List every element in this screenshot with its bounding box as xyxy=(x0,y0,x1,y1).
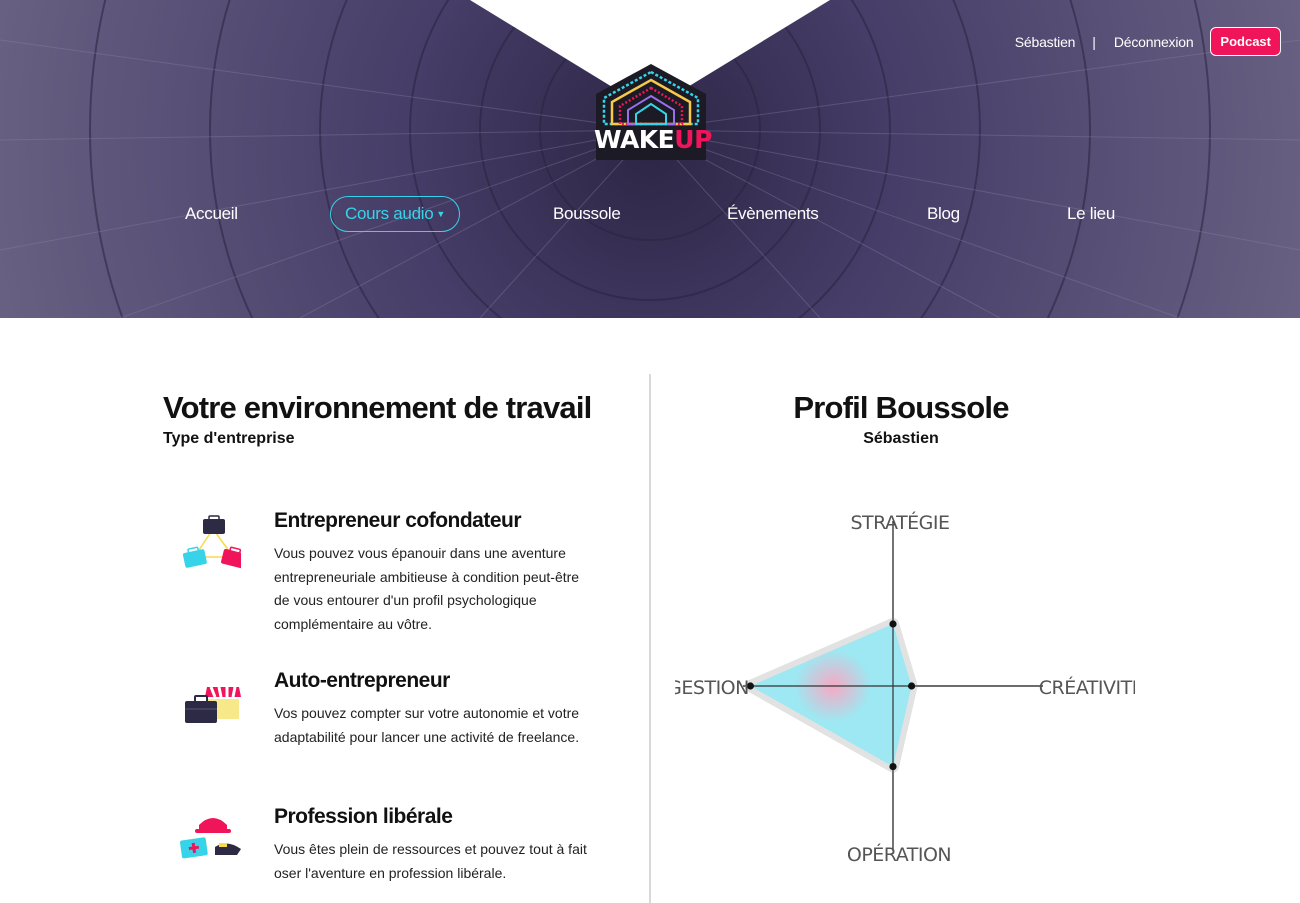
item-description: Vous pouvez vous épanouir dans une avent… xyxy=(274,545,580,632)
radar-axis-label-3: GESTION xyxy=(675,677,749,699)
main-navigation: Accueil Cours audio ▼ Boussole Évènements… xyxy=(0,196,1300,232)
section-subtitle: Type d'entreprise xyxy=(163,430,295,447)
nav-item-cours-audio-label: Cours audio xyxy=(345,204,434,223)
professional-hats-icon xyxy=(179,818,241,859)
nav-item-accueil[interactable]: Accueil xyxy=(185,196,238,232)
compass-profile-section: Profil Boussole Sébastien xyxy=(651,386,1151,448)
item-title: Profession libérale xyxy=(274,805,453,828)
radar-axis-label-1: CRÉATIVITÉ xyxy=(1039,676,1135,699)
nav-item-evenements[interactable]: Évènements xyxy=(727,196,819,232)
radar-axis-label-2: OPÉRATION xyxy=(847,843,951,866)
profile-user-name: Sébastien xyxy=(863,430,939,447)
logo-word-up: UP xyxy=(674,125,712,154)
wake-up-logo[interactable]: WAKEUP xyxy=(594,62,712,162)
account-nav: Sébastien | Déconnexion Podcast xyxy=(1015,27,1281,56)
work-environment-section: Votre environnement de travail Type d'en… xyxy=(163,386,643,448)
briefcases-network-icon xyxy=(182,515,241,569)
hero-banner: Sébastien | Déconnexion Podcast WAKEUP A… xyxy=(0,0,1300,318)
compass-radar-chart: STRATÉGIE CRÉATIVITÉ OPÉRATION GESTION xyxy=(675,511,1135,866)
podcast-button[interactable]: Podcast xyxy=(1210,27,1281,56)
user-name-link[interactable]: Sébastien xyxy=(1015,34,1076,50)
radar-axis-label-0: STRATÉGIE xyxy=(850,511,949,534)
column-divider xyxy=(649,374,651,903)
profile-title: Profil Boussole xyxy=(793,390,1009,425)
radar-point-1 xyxy=(908,682,916,690)
nav-separator: | xyxy=(1092,33,1096,50)
item-description: Vous êtes plein de ressources et pouvez … xyxy=(274,841,587,881)
shop-briefcase-icon xyxy=(185,686,241,723)
item-title: Auto-entrepreneur xyxy=(274,669,450,692)
nav-item-cours-audio[interactable]: Cours audio ▼ xyxy=(330,196,460,232)
item-description: Vos pouvez compter sur votre autonomie e… xyxy=(274,705,580,745)
radar-point-0 xyxy=(889,620,897,628)
chevron-down-icon: ▼ xyxy=(436,209,445,220)
logout-link[interactable]: Déconnexion xyxy=(1114,34,1194,50)
radar-point-2 xyxy=(889,763,897,771)
section-title: Votre environnement de travail xyxy=(163,390,592,425)
nav-item-le-lieu[interactable]: Le lieu xyxy=(1067,196,1115,232)
item-title: Entrepreneur cofondateur xyxy=(274,509,522,532)
nav-item-boussole[interactable]: Boussole xyxy=(553,196,621,232)
logo-wordmark: WAKEUP xyxy=(594,125,712,154)
logo-word-wake: WAKE xyxy=(594,125,675,154)
nav-item-blog[interactable]: Blog xyxy=(927,196,960,232)
